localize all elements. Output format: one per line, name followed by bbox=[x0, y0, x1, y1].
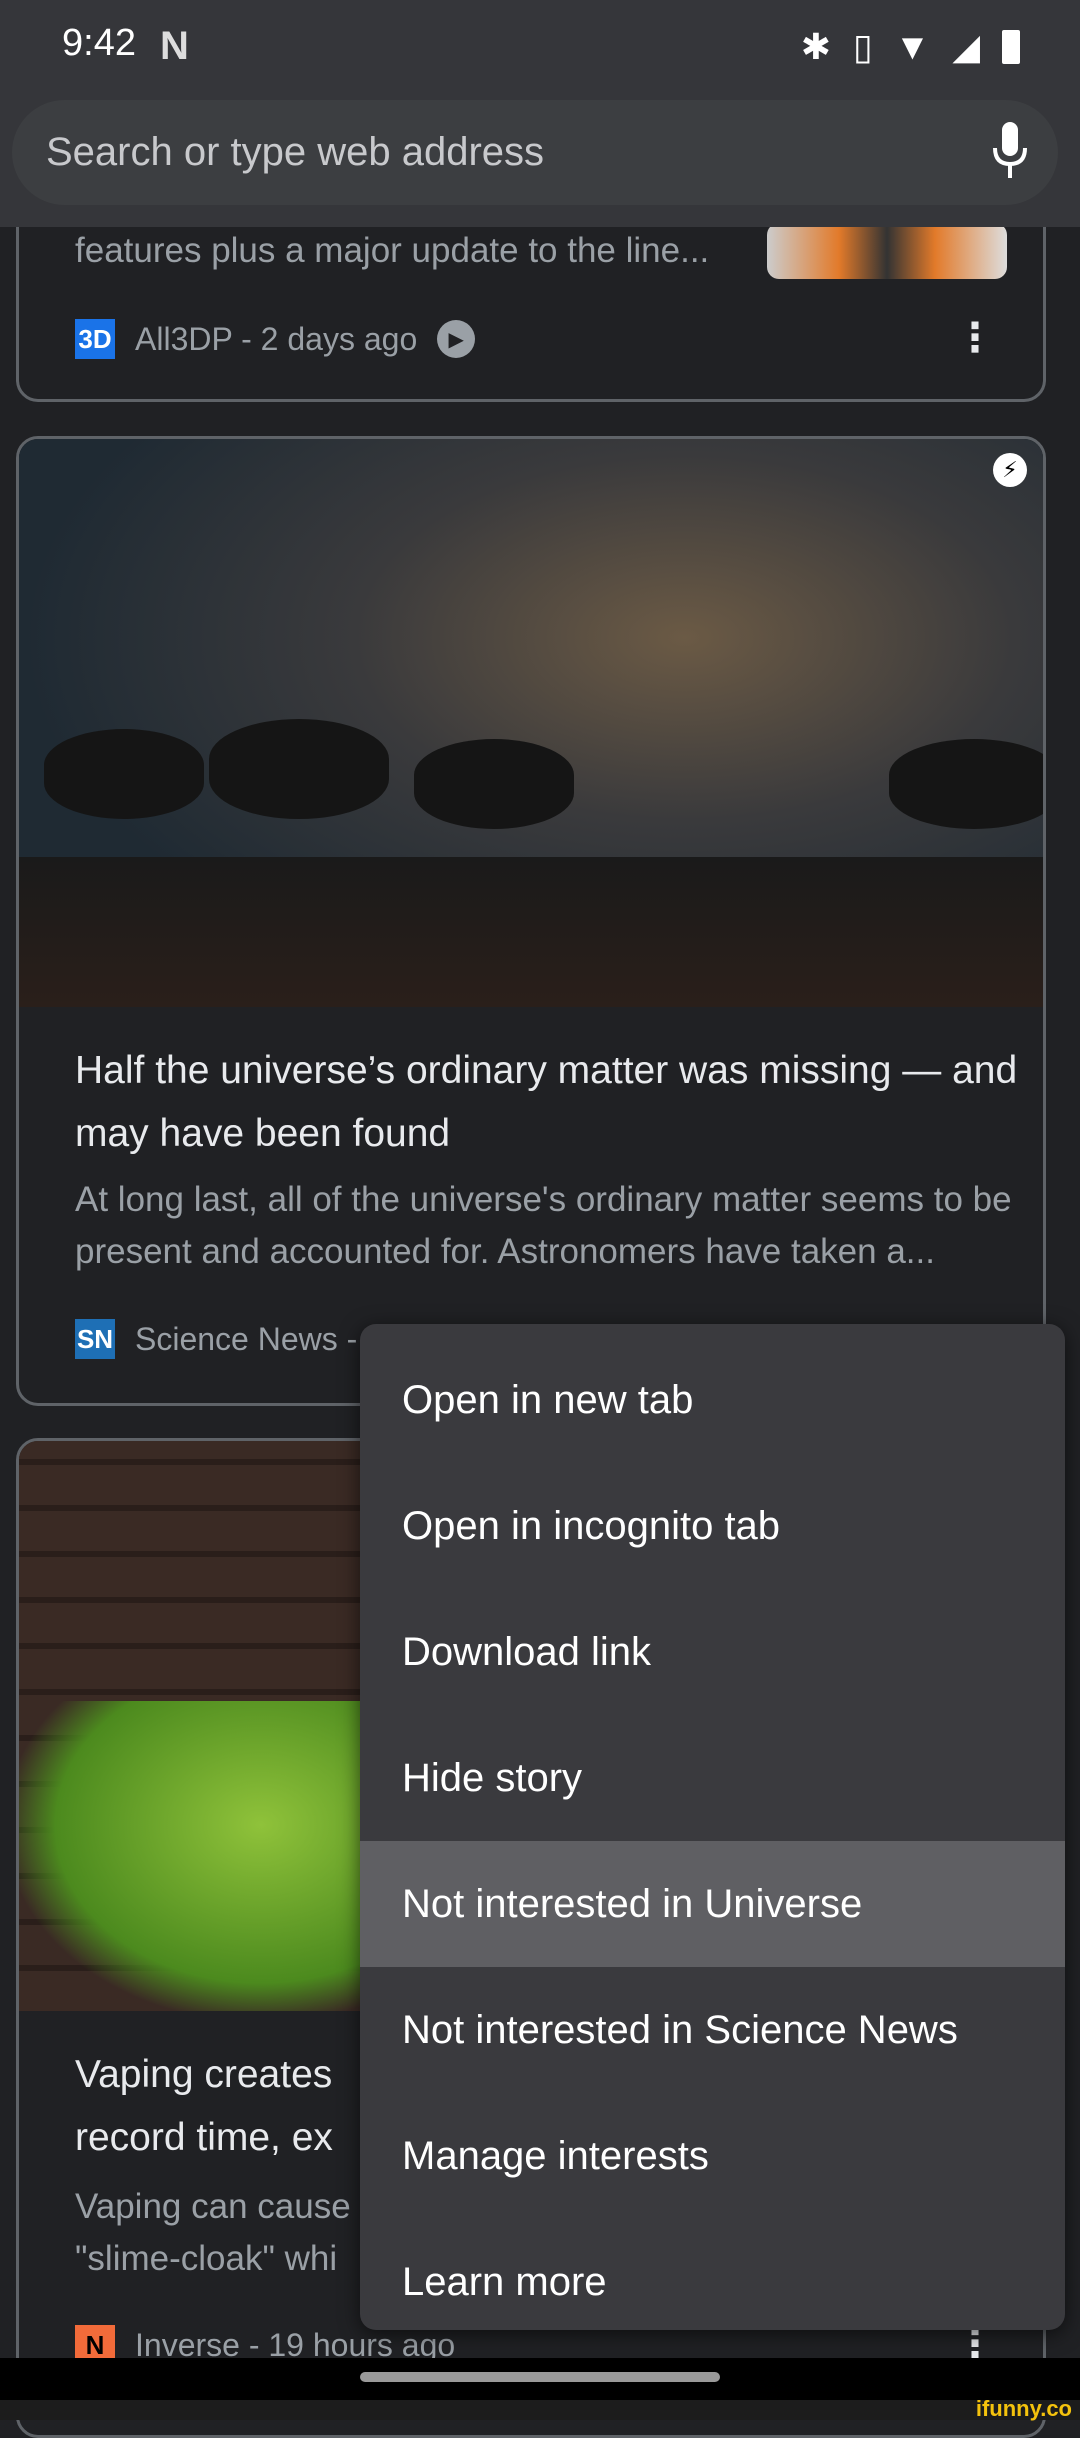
card-source-row: SN Science News - bbox=[75, 1319, 357, 1359]
menu-item-open-new-tab[interactable]: Open in new tab bbox=[360, 1337, 1065, 1463]
status-time: 9:42 bbox=[62, 22, 136, 64]
more-options-icon[interactable]: ⋮ bbox=[955, 315, 995, 361]
bluetooth-icon: ✱ bbox=[800, 26, 831, 67]
menu-item-learn-more[interactable]: Learn more bbox=[360, 2219, 1065, 2345]
context-menu: Open in new tab Open in incognito tab Do… bbox=[360, 1324, 1065, 2330]
browser-header: 9:42 N ✱ ▯ ▼ ◢ Search or type web addres… bbox=[0, 0, 1080, 227]
card-title: Half the universe’s ordinary matter was … bbox=[75, 1049, 1018, 1155]
source-label: Science News - bbox=[135, 1320, 358, 1357]
menu-item-open-incognito[interactable]: Open in incognito tab bbox=[360, 1463, 1065, 1589]
status-icons: ✱ ▯ ▼ ◢ bbox=[801, 26, 1020, 68]
amp-lightning-icon: ⚡ bbox=[993, 453, 1027, 487]
vibrate-icon: ▯ bbox=[852, 26, 873, 67]
menu-item-manage-interests[interactable]: Manage interests bbox=[360, 2093, 1065, 2219]
news-card-science-news[interactable]: ⚡ Half the universe’s ordinary matter wa… bbox=[16, 436, 1046, 1406]
science-news-logo: SN bbox=[75, 1319, 115, 1359]
source-label: All3DP - 2 days ago bbox=[135, 320, 418, 357]
search-input[interactable]: Search or type web address bbox=[12, 100, 1058, 205]
watermark: ifunny.co bbox=[975, 2396, 1072, 2421]
signal-icon: ◢ bbox=[952, 26, 980, 67]
mic-icon[interactable] bbox=[990, 120, 1030, 182]
card-description: features plus a major update to the line… bbox=[75, 231, 710, 270]
notification-icon: N bbox=[160, 24, 189, 68]
article-thumbnail bbox=[767, 223, 1007, 279]
card-description: At long last, all of the universe's ordi… bbox=[75, 1180, 1012, 1271]
wifi-icon: ▼ bbox=[894, 26, 931, 67]
navigation-bar bbox=[0, 2358, 1080, 2400]
home-gesture-handle[interactable] bbox=[360, 2372, 720, 2382]
card-description-line2: "slime-cloak" whi bbox=[75, 2239, 338, 2278]
menu-item-hide-story[interactable]: Hide story bbox=[360, 1715, 1065, 1841]
card-title-line2: record time, ex bbox=[75, 2116, 333, 2159]
menu-item-download-link[interactable]: Download link bbox=[360, 1589, 1065, 1715]
watermark-strip: ifunny.co bbox=[0, 2396, 1080, 2421]
menu-item-not-interested-universe[interactable]: Not interested in Universe bbox=[360, 1841, 1065, 1967]
card-source-row: 3D All3DP - 2 days ago ▶ bbox=[75, 319, 476, 359]
play-icon[interactable]: ▶ bbox=[437, 320, 476, 358]
menu-item-not-interested-science-news[interactable]: Not interested in Science News bbox=[360, 1967, 1065, 2093]
search-placeholder: Search or type web address bbox=[46, 130, 545, 174]
card-description-line1: Vaping can cause bbox=[75, 2187, 351, 2226]
battery-icon bbox=[1002, 30, 1020, 64]
article-image: ⚡ bbox=[19, 439, 1043, 1007]
card-title-line1: Vaping creates bbox=[75, 2053, 333, 2096]
all3dp-logo: 3D bbox=[75, 319, 115, 359]
